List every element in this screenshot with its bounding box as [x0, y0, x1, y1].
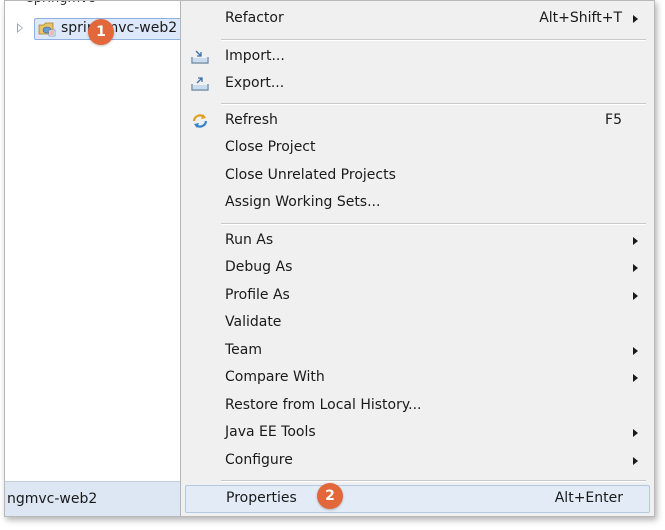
project-label: springmvc-web2	[61, 20, 178, 36]
menu-item-shortcut: Alt+Shift+T	[539, 10, 622, 26]
project-explorer: springmvc springmvc-web2 ngmvc-web2	[5, 1, 188, 516]
menu-item-label: Close Project	[225, 139, 316, 155]
submenu-arrow-icon	[633, 292, 638, 300]
submenu-arrow-icon	[633, 429, 638, 437]
submenu-arrow-icon	[633, 374, 638, 382]
menu-item-label: Run As	[225, 232, 274, 248]
menu-item-refresh[interactable]: Refresh F5	[185, 108, 648, 135]
menu-separator	[221, 39, 646, 41]
menu-separator	[221, 223, 646, 225]
menu-item-shortcut: Alt+Enter	[554, 490, 623, 506]
menu-item-java-ee-tools[interactable]: Java EE Tools	[185, 420, 648, 447]
submenu-arrow-icon	[633, 457, 638, 465]
menu-item-label: Restore from Local History...	[225, 397, 422, 413]
tree-item-partial[interactable]: springmvc	[27, 1, 167, 7]
menu-item-label: Configure	[225, 452, 293, 468]
menu-item-profile-as[interactable]: Profile As	[185, 283, 648, 310]
menu-item-compare-with[interactable]: Compare With	[185, 365, 648, 392]
menu-item-run-as[interactable]: Run As	[185, 228, 648, 255]
menu-item-assign-working-sets[interactable]: Assign Working Sets...	[185, 190, 648, 217]
export-icon	[191, 77, 209, 91]
menu-item-shortcut: F5	[605, 112, 622, 128]
java-web-project-icon	[38, 22, 56, 37]
refresh-icon	[192, 114, 208, 128]
context-menu: Refactor Alt+Shift+T Import... Export...	[180, 1, 654, 516]
menu-item-label: Properties	[226, 490, 297, 506]
submenu-arrow-icon	[633, 15, 638, 23]
menu-item-close-unrelated-projects[interactable]: Close Unrelated Projects	[185, 163, 648, 190]
menu-item-label: Debug As	[225, 259, 293, 275]
menu-item-label: Refactor	[225, 10, 284, 26]
callout-badge-2: 2	[317, 483, 343, 509]
submenu-arrow-icon	[633, 237, 638, 245]
menu-item-import[interactable]: Import...	[185, 44, 648, 71]
menu-item-export[interactable]: Export...	[185, 71, 648, 98]
selection-status-bar: ngmvc-web2	[5, 481, 180, 516]
menu-item-restore-local-history[interactable]: Restore from Local History...	[185, 393, 648, 420]
menu-item-refactor[interactable]: Refactor Alt+Shift+T	[185, 6, 648, 33]
import-icon	[191, 50, 209, 64]
menu-item-label: Import...	[225, 48, 285, 64]
menu-item-label: Assign Working Sets...	[225, 194, 381, 210]
menu-item-debug-as[interactable]: Debug As	[185, 255, 648, 282]
menu-item-label: Close Unrelated Projects	[225, 167, 396, 183]
submenu-arrow-icon	[633, 347, 638, 355]
menu-item-validate[interactable]: Validate	[185, 310, 648, 337]
menu-item-configure[interactable]: Configure	[185, 448, 648, 475]
status-label: ngmvc-web2	[7, 491, 98, 507]
menu-item-label: Validate	[225, 314, 282, 330]
submenu-arrow-icon	[633, 264, 638, 272]
screenshot-frame: springmvc springmvc-web2 ngmvc-web2 Refa…	[4, 0, 655, 517]
menu-item-team[interactable]: Team	[185, 338, 648, 365]
tree-item-partial-label: springmvc	[27, 1, 95, 6]
menu-item-label: Java EE Tools	[225, 424, 316, 440]
menu-item-label: Team	[225, 342, 263, 358]
menu-item-label: Refresh	[225, 112, 278, 128]
menu-item-label: Export...	[225, 75, 285, 91]
menu-item-label: Compare With	[225, 369, 325, 385]
menu-item-properties[interactable]: Properties Alt+Enter	[185, 485, 650, 513]
menu-item-label: Profile As	[225, 287, 290, 303]
menu-separator	[221, 103, 646, 105]
menu-separator	[221, 480, 646, 482]
menu-item-close-project[interactable]: Close Project	[185, 135, 648, 162]
callout-badge-1: 1	[88, 19, 114, 45]
expand-arrow-icon[interactable]	[17, 23, 23, 33]
